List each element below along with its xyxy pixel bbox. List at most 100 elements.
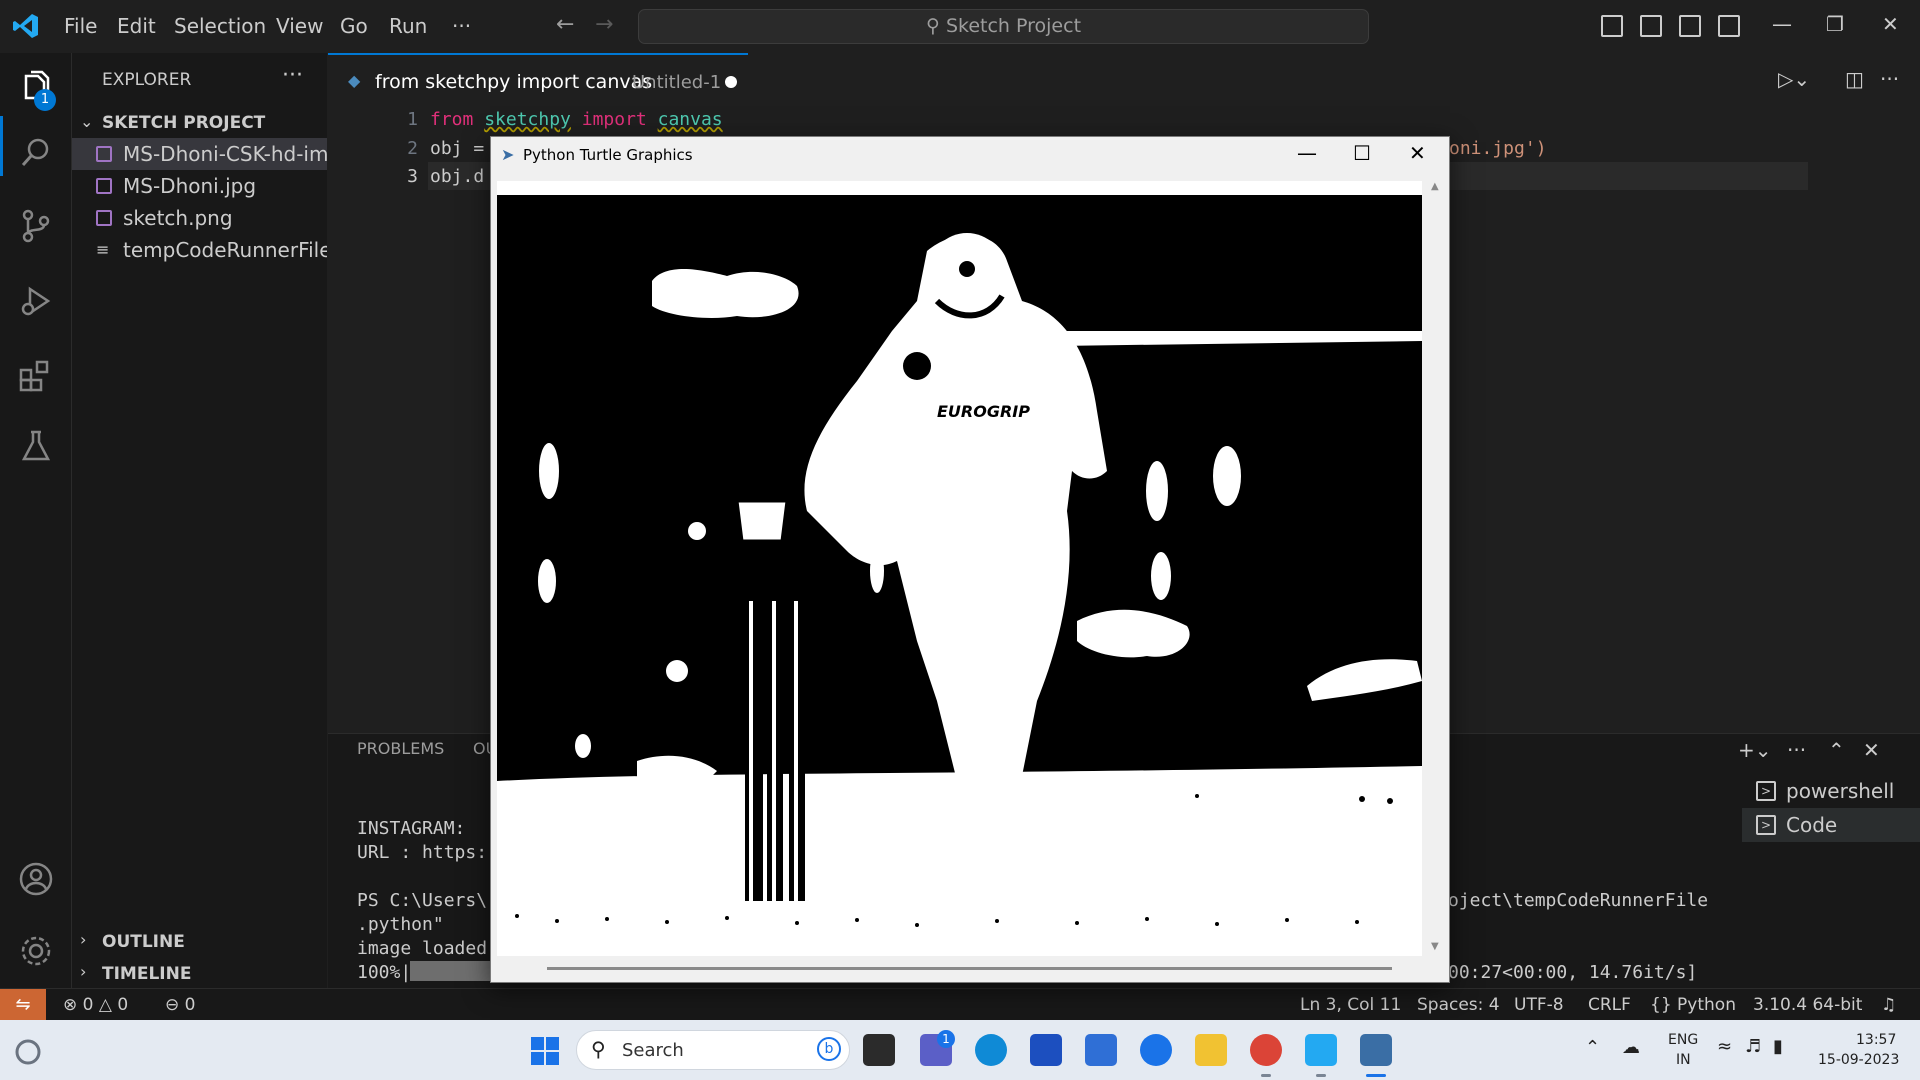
file-name: MS-Dhoni-CSK-hd-im... bbox=[123, 142, 327, 166]
settings-gear-icon[interactable] bbox=[18, 933, 54, 969]
error-count: 0 bbox=[82, 995, 94, 1015]
code-line-2[interactable]: obj = bbox=[430, 138, 484, 159]
code-line-2-end[interactable]: oni.jpg') bbox=[1449, 138, 1547, 159]
teams-badge: 1 bbox=[937, 1030, 955, 1048]
code-line-3[interactable]: obj.d bbox=[430, 166, 484, 187]
minimize-window-icon[interactable]: — bbox=[1772, 12, 1792, 36]
running-indicator bbox=[1316, 1074, 1326, 1077]
chrome-browser-icon[interactable] bbox=[1250, 1034, 1282, 1066]
back-arrow-icon[interactable]: ← bbox=[556, 12, 574, 37]
chevron-down-icon: ⌄ bbox=[80, 112, 94, 131]
menu-view[interactable]: View bbox=[276, 14, 323, 38]
status-bar: ⇋ ⊗ 0 △ 0 ⊖ 0 Ln 3, Col 11 Spaces: 4 UTF… bbox=[0, 988, 1920, 1021]
close-panel-icon[interactable]: ✕ bbox=[1863, 738, 1880, 762]
battery-icon[interactable]: ▮ bbox=[1773, 1036, 1783, 1057]
line-ending[interactable]: CRLF bbox=[1588, 995, 1631, 1015]
unsaved-dot-icon[interactable] bbox=[725, 76, 737, 88]
language-label: Python bbox=[1677, 995, 1736, 1015]
terminal-line: URL : https: bbox=[357, 842, 488, 863]
file-item[interactable]: MS-Dhoni-CSK-hd-im... bbox=[72, 138, 327, 170]
close-icon[interactable]: ✕ bbox=[1409, 141, 1426, 165]
extensions-icon[interactable] bbox=[18, 358, 54, 394]
run-file-icon[interactable]: ▷⌄ bbox=[1778, 67, 1810, 91]
show-hidden-icons-chevron-icon[interactable]: ⌃ bbox=[1585, 1037, 1600, 1058]
cursor-position[interactable]: Ln 3, Col 11 bbox=[1300, 995, 1401, 1015]
search-icon[interactable] bbox=[18, 135, 54, 171]
maximize-panel-icon[interactable]: ⌃ bbox=[1828, 738, 1845, 762]
new-terminal-icon[interactable]: +⌄ bbox=[1738, 738, 1772, 762]
horizontal-scrollbar[interactable] bbox=[497, 959, 1422, 977]
menu-run[interactable]: Run bbox=[389, 14, 427, 38]
module-name: sketchpy bbox=[484, 109, 571, 130]
task-view-icon[interactable] bbox=[863, 1034, 895, 1066]
accounts-icon[interactable] bbox=[18, 861, 54, 897]
edge-browser-icon[interactable] bbox=[975, 1034, 1007, 1066]
vertical-scrollbar[interactable]: ▲ ▼ bbox=[1427, 181, 1445, 956]
toggle-primary-sidebar-icon[interactable] bbox=[1601, 15, 1623, 37]
toggle-panel-icon[interactable] bbox=[1640, 15, 1662, 37]
horizontal-scroll-thumb[interactable] bbox=[547, 967, 1392, 970]
ports-status[interactable]: ⊖ 0 bbox=[165, 995, 195, 1015]
help-icon[interactable] bbox=[1140, 1034, 1172, 1066]
run-debug-icon[interactable] bbox=[18, 283, 54, 319]
menu-file[interactable]: File bbox=[64, 14, 97, 38]
terminal-list-item[interactable]: > powershell bbox=[1742, 774, 1920, 808]
menu-more[interactable]: ··· bbox=[452, 14, 471, 38]
file-item[interactable]: MS-Dhoni.jpg bbox=[72, 170, 327, 202]
running-indicator bbox=[1261, 1074, 1271, 1077]
line-number: 1 bbox=[407, 109, 418, 130]
bing-icon[interactable]: b bbox=[817, 1037, 841, 1061]
vscode-taskbar-icon[interactable] bbox=[1305, 1034, 1337, 1066]
menu-go[interactable]: Go bbox=[340, 14, 368, 38]
language-bottom: IN bbox=[1676, 1052, 1691, 1068]
volume-icon[interactable]: ♬ bbox=[1745, 1036, 1761, 1057]
start-windows-icon[interactable] bbox=[530, 1036, 560, 1066]
python-interpreter[interactable]: 3.10.4 64-bit bbox=[1753, 995, 1862, 1015]
split-editor-icon[interactable]: ◫ bbox=[1845, 67, 1864, 91]
microsoft-store-icon[interactable] bbox=[1030, 1034, 1062, 1066]
editor-more-icon[interactable]: ··· bbox=[1880, 67, 1899, 91]
minimize-icon[interactable]: — bbox=[1297, 141, 1317, 165]
toggle-secondary-sidebar-icon[interactable] bbox=[1679, 15, 1701, 37]
weather-widget-icon[interactable] bbox=[14, 1038, 42, 1066]
customize-layout-icon[interactable] bbox=[1718, 15, 1740, 37]
notifications-bell-icon[interactable]: ♫ bbox=[1881, 995, 1896, 1015]
chevron-right-icon: › bbox=[80, 930, 87, 949]
sidebar-more-actions[interactable]: ··· bbox=[282, 63, 303, 88]
command-center[interactable]: ⚲ Sketch Project bbox=[638, 9, 1369, 44]
scroll-down-icon[interactable]: ▼ bbox=[1431, 941, 1439, 952]
close-window-icon[interactable]: ✕ bbox=[1882, 12, 1899, 36]
terminal-icon: > bbox=[1756, 815, 1776, 835]
source-control-icon[interactable] bbox=[18, 208, 54, 244]
code-line-1[interactable]: from sketchpy import canvas bbox=[430, 109, 723, 130]
python-turtle-taskbar-icon[interactable] bbox=[1360, 1034, 1392, 1066]
encoding[interactable]: UTF-8 bbox=[1514, 995, 1564, 1015]
app-icon[interactable] bbox=[1085, 1034, 1117, 1066]
restore-window-icon[interactable]: ❐ bbox=[1826, 12, 1844, 36]
maximize-icon[interactable]: ☐ bbox=[1353, 141, 1371, 165]
panel-more-icon[interactable]: ··· bbox=[1787, 738, 1806, 762]
terminal-name: Code bbox=[1786, 813, 1838, 837]
language-mode[interactable]: {} Python bbox=[1650, 995, 1736, 1015]
forward-arrow-icon[interactable]: → bbox=[595, 12, 613, 37]
remote-indicator-icon[interactable]: ⇋ bbox=[0, 989, 46, 1021]
testing-icon[interactable] bbox=[18, 428, 54, 464]
file-item[interactable]: sketch.png bbox=[72, 202, 327, 234]
menu-edit[interactable]: Edit bbox=[117, 14, 156, 38]
terminal-list-item[interactable]: > Code bbox=[1742, 808, 1920, 842]
problems-status[interactable]: ⊗ 0 △ 0 bbox=[63, 995, 128, 1015]
scroll-up-icon[interactable]: ▲ bbox=[1431, 181, 1439, 192]
indentation[interactable]: Spaces: 4 bbox=[1417, 995, 1500, 1015]
editor-tab[interactable]: ◆ from sketchpy import canvas Untitled-1 bbox=[328, 53, 748, 105]
taskbar-search[interactable]: ⚲ Search b bbox=[576, 1030, 850, 1070]
code-text: obj = bbox=[430, 138, 485, 159]
image-file-icon bbox=[96, 178, 112, 194]
terminal-line: PS C:\Users\ bbox=[357, 890, 488, 911]
network-cloud-icon[interactable]: ☁ bbox=[1622, 1037, 1640, 1058]
terminal-line-right: 00:27<00:00, 14.76it/s] bbox=[1448, 962, 1698, 983]
menu-selection[interactable]: Selection bbox=[174, 14, 266, 38]
file-explorer-icon[interactable] bbox=[1195, 1034, 1227, 1066]
tab-problems[interactable]: PROBLEMS bbox=[357, 739, 444, 758]
file-item[interactable]: ≡ tempCodeRunnerFile.... bbox=[72, 234, 327, 266]
wifi-icon[interactable]: ≈ bbox=[1717, 1036, 1732, 1057]
